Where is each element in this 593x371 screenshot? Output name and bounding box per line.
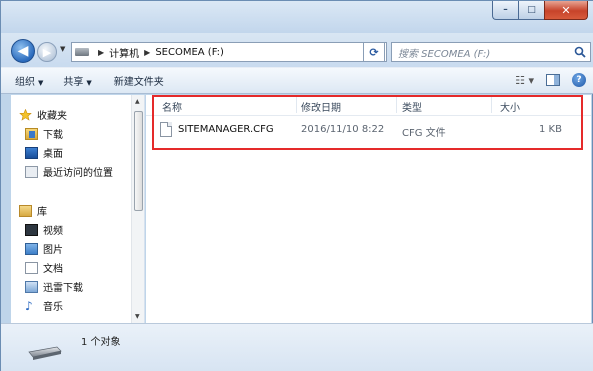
address-bar[interactable]: ▶ 计算机 ▶ SECOMEA (F:) ▼ (71, 42, 387, 62)
music-note-icon: ♪ (25, 298, 33, 313)
maximize-button[interactable]: □ (518, 1, 544, 20)
share-menu[interactable]: 共享 ▼ (63, 73, 91, 88)
libraries-label: 库 (37, 207, 47, 218)
download-library-icon (25, 280, 38, 293)
music-label: 音乐 (43, 302, 63, 313)
downloads-folder-icon (25, 127, 38, 140)
drive-icon (75, 48, 89, 56)
sidebar-item-pictures[interactable]: 图片 (25, 241, 63, 256)
sidebar-item-documents[interactable]: 文档 (25, 260, 63, 275)
pictures-icon (25, 242, 38, 255)
back-arrow-icon[interactable]: ◀ (11, 39, 35, 63)
explorer-window: – □ ✕ ◀ ▶ ▼ ▶ 计算机 ▶ SECOMEA (F:) ▼ ⟳ 搜索 … (0, 0, 593, 371)
desktop-label: 桌面 (43, 149, 63, 160)
help-icon[interactable]: ? (572, 73, 586, 87)
chevron-right-icon[interactable]: ▶ (144, 48, 150, 57)
recent-places-icon (25, 165, 38, 178)
view-options-icon[interactable]: ☷ ▾ (515, 74, 534, 87)
documents-icon (25, 261, 38, 274)
video-icon (25, 223, 38, 236)
title-bar[interactable]: – □ ✕ (1, 1, 593, 33)
search-icon[interactable] (574, 46, 586, 58)
scroll-down-icon[interactable]: ▼ (135, 313, 140, 320)
organize-label: 组织 (15, 77, 35, 88)
recent-label: 最近访问的位置 (43, 168, 113, 179)
scroll-thumb[interactable] (134, 111, 143, 211)
sidebar-item-videos[interactable]: 视频 (25, 222, 63, 237)
new-folder-button[interactable]: 新建文件夹 (114, 73, 164, 88)
organize-menu[interactable]: 组织 ▼ (15, 73, 43, 88)
search-input[interactable]: 搜索 SECOMEA (F:) (398, 45, 490, 60)
navigation-pane: 收藏夹 下载 桌面 最近访问的位置 库 视频 图片 文档 迅雷下载 ♪ 音乐 (11, 95, 145, 323)
sidebar-item-downloads[interactable]: 下载 (25, 126, 63, 141)
sidebar-item-recent[interactable]: 最近访问的位置 (25, 164, 113, 179)
downloads-label: 下载 (43, 130, 63, 141)
sidebar-item-favorites[interactable]: 收藏夹 (19, 107, 67, 122)
toolbar-right: ☷ ▾ ? (515, 73, 586, 87)
close-button[interactable]: ✕ (544, 1, 588, 20)
history-dropdown-icon[interactable]: ▼ (60, 45, 65, 53)
annotation-highlight-box (152, 95, 583, 150)
star-icon (19, 108, 32, 121)
refresh-icon[interactable]: ⟳ (363, 42, 385, 62)
minimize-button[interactable]: – (492, 1, 518, 20)
forward-arrow-icon[interactable]: ▶ (37, 42, 57, 62)
sidebar-item-music[interactable]: ♪ 音乐 (25, 298, 63, 314)
details-pane: 1 个对象 (1, 323, 593, 371)
pictures-label: 图片 (43, 245, 63, 256)
desktop-icon (25, 146, 38, 159)
sidebar-scrollbar[interactable]: ▲ ▼ (131, 95, 144, 323)
scroll-up-icon[interactable]: ▲ (135, 98, 140, 105)
xunlei-label: 迅雷下载 (43, 283, 83, 294)
command-bar: 组织 ▼ 共享 ▼ 新建文件夹 ☷ ▾ ? (1, 67, 593, 94)
share-label: 共享 (63, 77, 84, 88)
caption-buttons: – □ ✕ (492, 1, 588, 21)
favorites-label: 收藏夹 (37, 111, 67, 122)
videos-label: 视频 (43, 226, 63, 237)
libraries-icon (19, 204, 32, 217)
search-box[interactable]: 搜索 SECOMEA (F:) (391, 42, 591, 62)
breadcrumb-computer[interactable]: 计算机 (109, 45, 139, 60)
chevron-right-icon[interactable]: ▶ (98, 48, 104, 57)
documents-label: 文档 (43, 264, 63, 275)
navigation-bar: ◀ ▶ ▼ ▶ 计算机 ▶ SECOMEA (F:) ▼ ⟳ 搜索 SECOME… (1, 33, 593, 67)
chevron-down-icon: ▼ (38, 79, 44, 87)
breadcrumb-drive[interactable]: SECOMEA (F:) (155, 47, 224, 58)
sidebar-item-xunlei[interactable]: 迅雷下载 (25, 279, 83, 294)
sidebar-item-libraries[interactable]: 库 (19, 203, 47, 218)
chevron-down-icon: ▼ (86, 79, 92, 87)
sidebar-item-desktop[interactable]: 桌面 (25, 145, 63, 160)
preview-pane-icon[interactable] (546, 74, 560, 86)
item-count: 1 个对象 (81, 337, 121, 348)
removable-drive-icon (28, 346, 62, 360)
